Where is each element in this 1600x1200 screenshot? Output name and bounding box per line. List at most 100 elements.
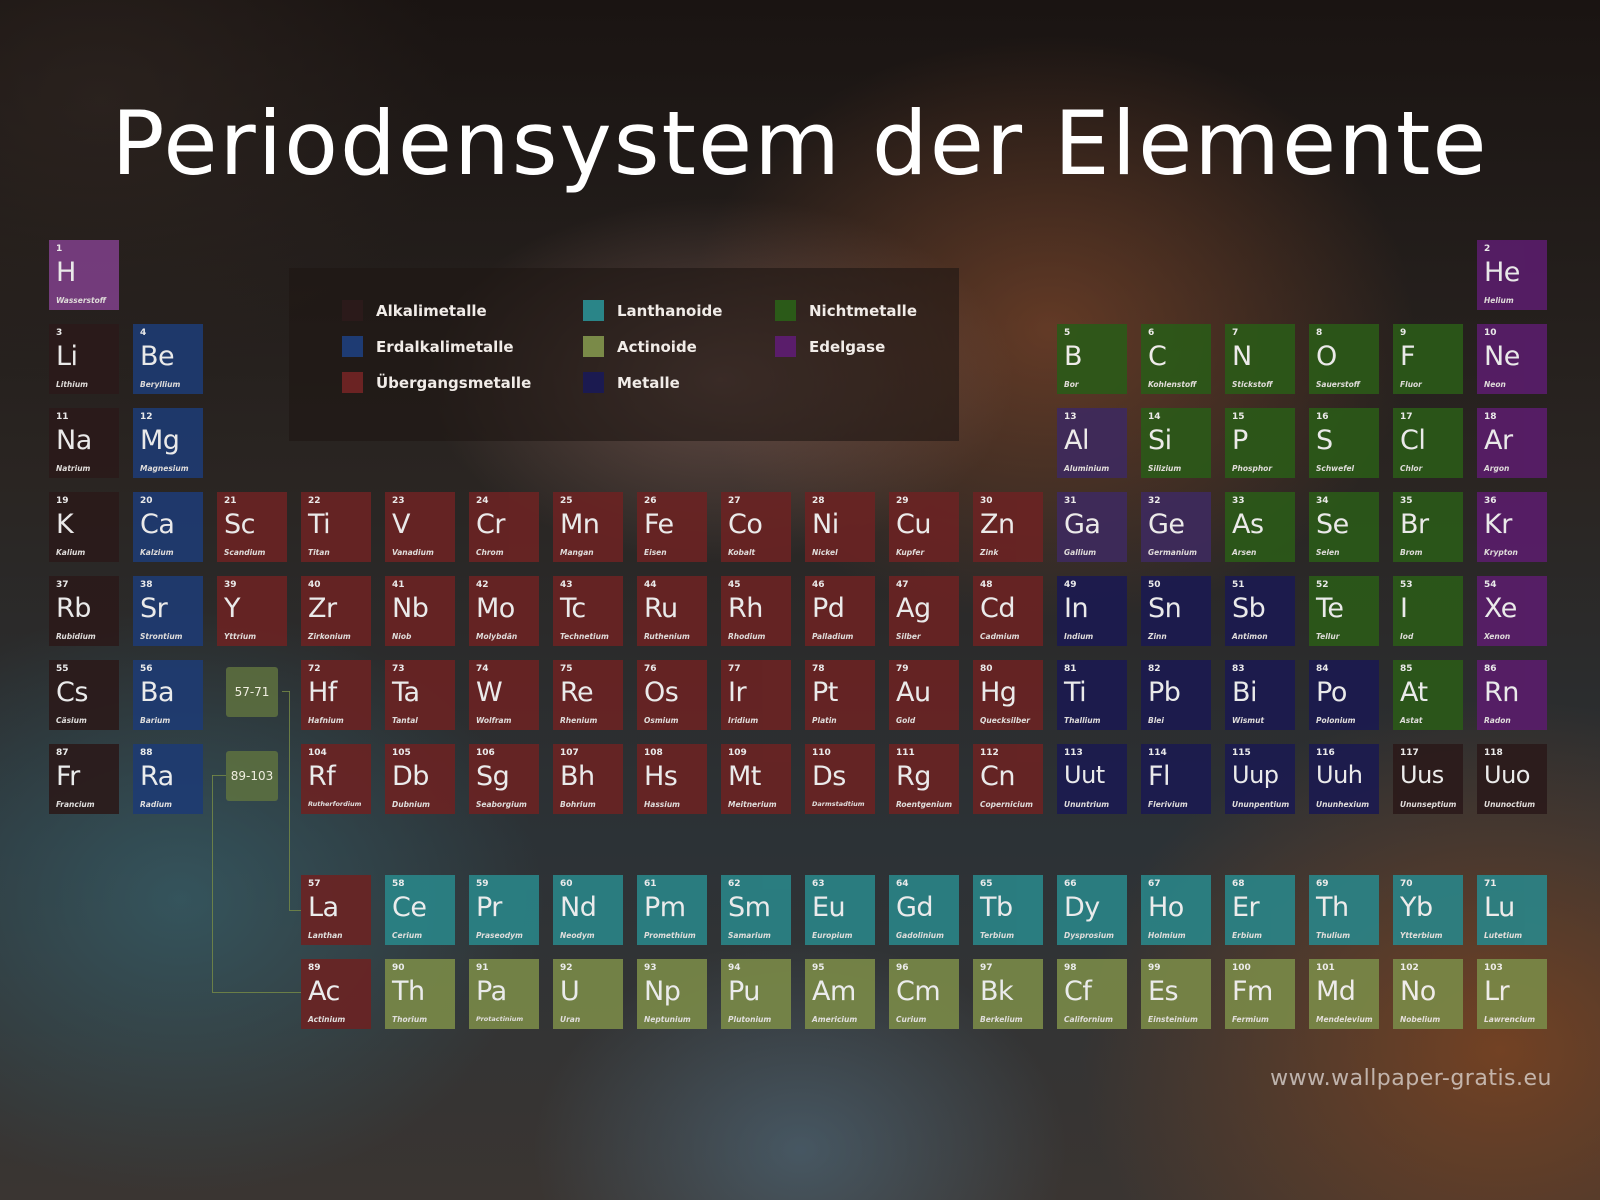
element-symbol: Bh (560, 761, 595, 792)
element-number: 116 (1316, 748, 1335, 758)
element-symbol: Np (644, 976, 681, 1007)
element-symbol: Ni (812, 509, 839, 540)
element-tile: 33 As Arsen (1225, 492, 1295, 562)
element-tile: 49 In Indium (1057, 576, 1127, 646)
element-symbol: Ag (896, 593, 931, 624)
element-tile: 72 Hf Hafnium (301, 660, 371, 730)
element-tile: 115 Uup Ununpentium (1225, 744, 1295, 814)
element-tile: 55 Cs Cäsium (49, 660, 119, 730)
element-symbol: Pt (812, 677, 838, 708)
element-name: Lithium (56, 380, 88, 389)
element-symbol: Na (56, 425, 92, 456)
element-symbol: Be (140, 341, 175, 372)
element-symbol: Mn (560, 509, 600, 540)
element-number: 97 (980, 963, 993, 973)
element-tile: 91 Pa Protactinium (469, 959, 539, 1029)
element-name: Krypton (1484, 548, 1518, 557)
element-tile: 11 Na Natrium (49, 408, 119, 478)
element-symbol: Sg (476, 761, 510, 792)
element-name: Nickel (812, 548, 838, 557)
element-number: 117 (1400, 748, 1419, 758)
element-name: Ununseptium (1400, 800, 1457, 809)
element-name: Kupfer (896, 548, 925, 557)
element-symbol: Fl (1148, 761, 1171, 792)
element-number: 92 (560, 963, 573, 973)
element-symbol: Pm (644, 892, 686, 923)
element-name: Stickstoff (1232, 380, 1273, 389)
element-name: Zinn (1148, 632, 1167, 641)
element-tile: 65 Tb Terbium (973, 875, 1043, 945)
element-tile: 23 V Vanadium (385, 492, 455, 562)
element-tile: 99 Es Einsteinium (1141, 959, 1211, 1029)
element-number: 67 (1148, 879, 1161, 889)
legend-swatch (775, 300, 796, 321)
element-tile: 32 Ge Germanium (1141, 492, 1211, 562)
element-number: 90 (392, 963, 405, 973)
element-tile: 13 Al Aluminium (1057, 408, 1127, 478)
element-name: Helium (1484, 296, 1514, 305)
element-tile: 59 Pr Praseodym (469, 875, 539, 945)
element-symbol: Uup (1232, 761, 1279, 789)
element-number: 11 (56, 412, 69, 422)
element-number: 94 (728, 963, 741, 973)
element-number: 37 (56, 580, 69, 590)
element-tile: 78 Pt Platin (805, 660, 875, 730)
element-tile: 47 Ag Silber (889, 576, 959, 646)
element-name: Neon (1484, 380, 1506, 389)
element-tile: 48 Cd Cadmium (973, 576, 1043, 646)
element-tile: 52 Te Tellur (1309, 576, 1379, 646)
element-number: 114 (1148, 748, 1167, 758)
element-number: 81 (1064, 664, 1077, 674)
element-symbol: Mo (476, 593, 515, 624)
element-name: Berkelium (980, 1015, 1023, 1024)
element-name: Brom (1400, 548, 1423, 557)
element-number: 26 (644, 496, 657, 506)
element-number: 104 (308, 748, 327, 758)
element-symbol: Tb (980, 892, 1013, 923)
element-number: 36 (1484, 496, 1497, 506)
element-tile: 62 Sm Samarium (721, 875, 791, 945)
lanthanoid-connector-horizontal (282, 691, 290, 692)
element-tile: 111 Rg Roentgenium (889, 744, 959, 814)
element-number: 85 (1400, 664, 1413, 674)
element-name: Vanadium (392, 548, 434, 557)
element-name: Neptunium (644, 1015, 691, 1024)
element-tile: 90 Th Thorium (385, 959, 455, 1029)
element-symbol: Ce (392, 892, 427, 923)
element-tile: 92 U Uran (553, 959, 623, 1029)
element-symbol: Xe (1484, 593, 1517, 624)
element-name: Wasserstoff (56, 296, 106, 305)
element-tile: 83 Bi Wismut (1225, 660, 1295, 730)
element-tile: 116 Uuh Ununhexium (1309, 744, 1379, 814)
element-number: 77 (728, 664, 741, 674)
element-name: Beryllium (140, 380, 181, 389)
element-name: Rhenium (560, 716, 598, 725)
element-symbol: Fr (56, 761, 80, 792)
element-name: Chlor (1400, 464, 1423, 473)
element-symbol: C (1148, 341, 1167, 372)
element-symbol: Mt (728, 761, 761, 792)
element-name: Palladium (812, 632, 854, 641)
element-number: 35 (1400, 496, 1413, 506)
element-tile: 93 Np Neptunium (637, 959, 707, 1029)
element-number: 89 (308, 963, 321, 973)
element-tile: 94 Pu Plutonium (721, 959, 791, 1029)
element-tile: 118 Uuo Ununoctium (1477, 744, 1547, 814)
element-name: Gold (896, 716, 916, 725)
element-tile: 35 Br Brom (1393, 492, 1463, 562)
element-symbol: Er (1232, 892, 1260, 923)
element-name: Bohrium (560, 800, 596, 809)
element-name: Antimon (1232, 632, 1268, 641)
element-name: Ununtrium (1064, 800, 1110, 809)
element-name: Kobalt (728, 548, 756, 557)
legend-swatch (583, 336, 604, 357)
element-symbol: Yb (1400, 892, 1433, 923)
element-symbol: Ds (812, 761, 846, 792)
element-name: Nobelium (1400, 1015, 1441, 1024)
element-symbol: Rh (728, 593, 763, 624)
element-name: Rutherfordium (308, 800, 362, 808)
element-number: 105 (392, 748, 411, 758)
element-number: 100 (1232, 963, 1251, 973)
element-name: Barium (140, 716, 171, 725)
element-tile: 85 At Astat (1393, 660, 1463, 730)
